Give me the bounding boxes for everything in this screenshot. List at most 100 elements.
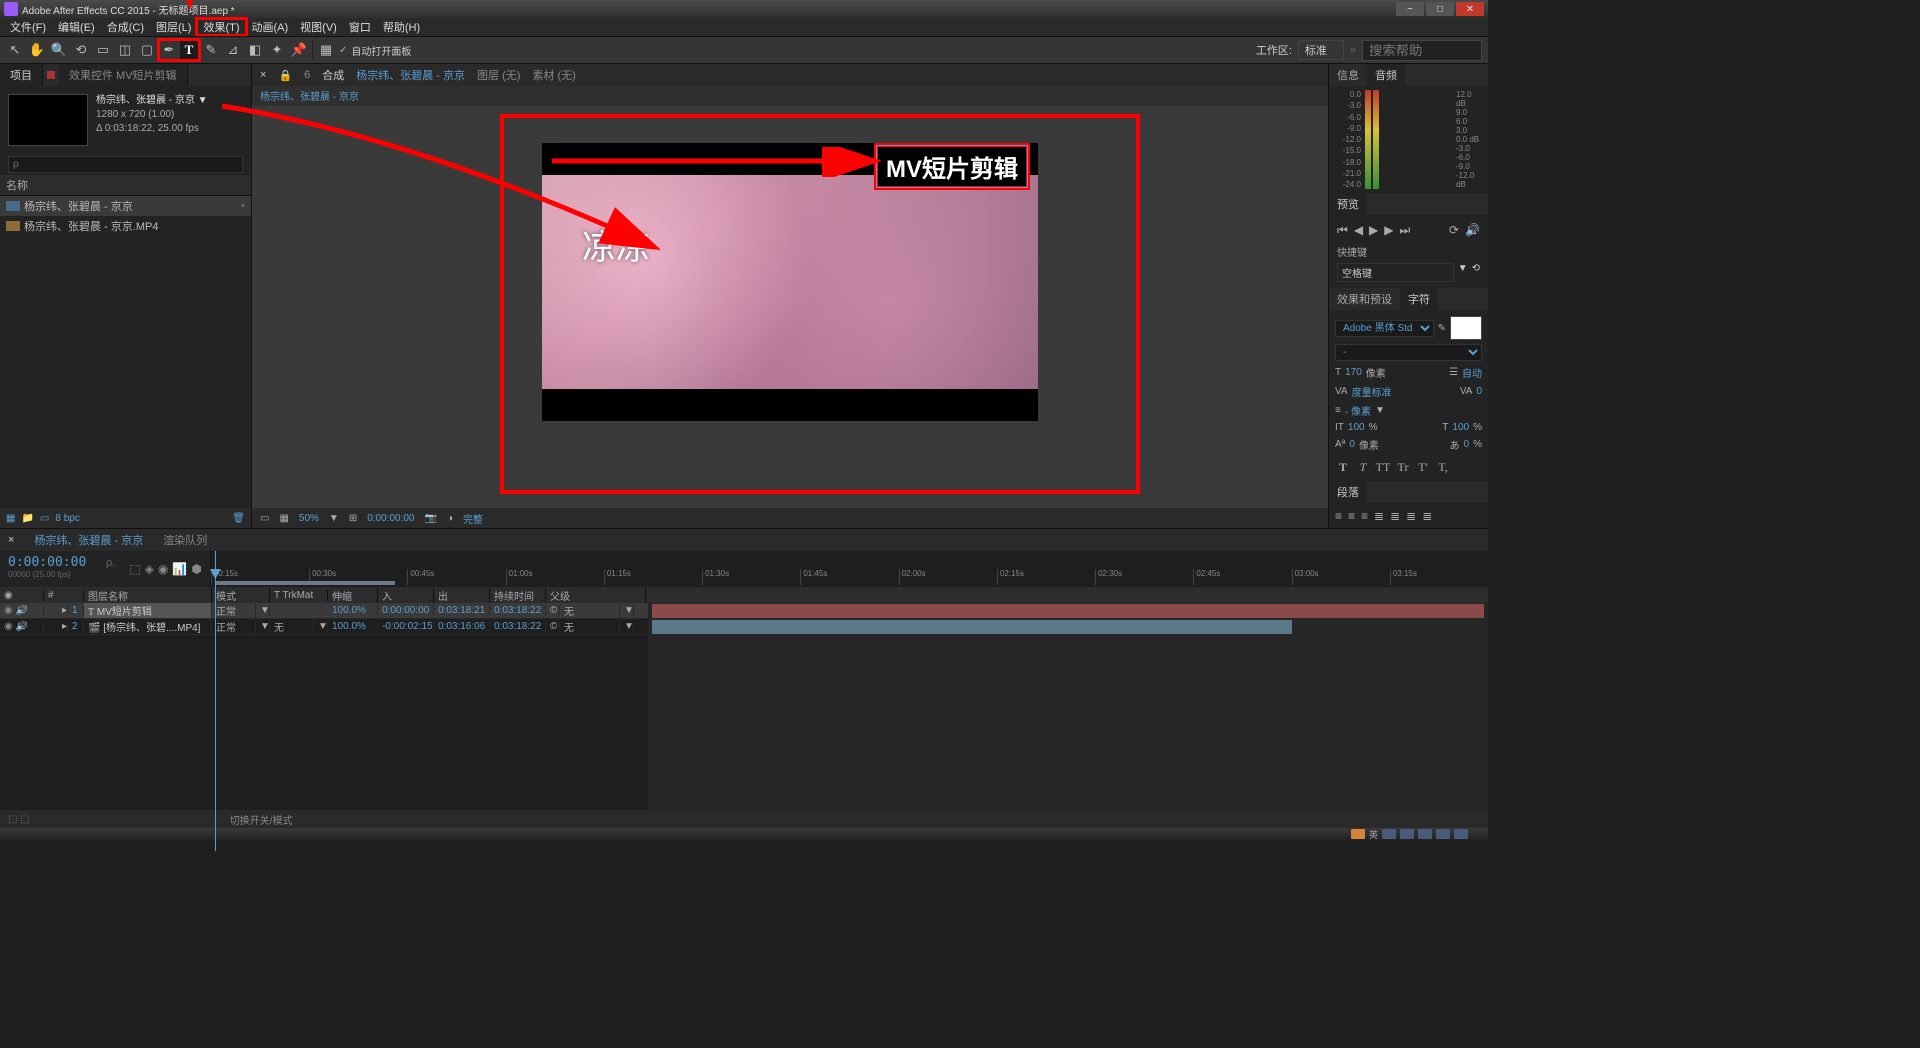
eyedropper-icon[interactable]: ✎ — [1438, 323, 1446, 334]
menu-animation[interactable]: 动画(A) — [246, 19, 295, 35]
breadcrumb[interactable]: 杨宗纬、张碧晨 - 京京 — [252, 86, 1328, 106]
italic-button[interactable]: T — [1355, 460, 1371, 475]
eraser-tool[interactable]: ◧ — [246, 41, 264, 59]
layer-bar-1[interactable] — [652, 604, 1484, 618]
menu-file[interactable]: 文件(F) — [4, 19, 52, 35]
lock-icon[interactable]: 🔒 — [278, 69, 292, 82]
hand-tool[interactable]: ✋ — [28, 41, 46, 59]
layer-tab[interactable]: 图层 (无) — [477, 67, 520, 83]
brush-tool[interactable]: ✎ — [202, 41, 220, 59]
timeline-tracks[interactable] — [648, 603, 1488, 810]
shy-icon[interactable]: ⬚ — [129, 562, 140, 576]
menu-layer[interactable]: 图层(L) — [150, 19, 197, 35]
footage-tab[interactable]: 素材 (无) — [532, 67, 575, 83]
leading[interactable]: 自动 — [1462, 365, 1482, 380]
tray-icon[interactable] — [1454, 829, 1468, 839]
tracking[interactable]: 0 — [1476, 386, 1482, 397]
playhead[interactable] — [215, 551, 216, 851]
toggle-switches-icon[interactable]: ⬚ ⬚ — [8, 814, 30, 825]
col-parent[interactable]: 父级 — [546, 588, 646, 603]
justify-all-button[interactable]: ≣ — [1422, 509, 1432, 523]
comp-tab[interactable]: 杨宗纬、张碧晨 - 京京 — [356, 67, 465, 83]
graph-editor-icon[interactable]: 📊 — [172, 562, 187, 576]
info-tab[interactable]: 信息 — [1329, 64, 1367, 86]
res-icon[interactable]: ⊞ — [349, 513, 357, 524]
tray-icon[interactable] — [1351, 829, 1365, 839]
menu-window[interactable]: 窗口 — [343, 19, 377, 35]
font-family-dropdown[interactable]: Adobe 黑体 Std — [1335, 320, 1434, 337]
next-frame-button[interactable]: ▶ — [1384, 223, 1393, 238]
viewer-timecode[interactable]: 0:00:00:00 — [367, 513, 414, 524]
pen-tool[interactable]: ✒ — [160, 41, 178, 59]
clone-tool[interactable]: ⊿ — [224, 41, 242, 59]
timeline-tab[interactable]: 杨宗纬、张碧晨 - 京京 — [34, 532, 143, 548]
interpret-icon[interactable]: ▦ — [6, 513, 15, 524]
menu-view[interactable]: 视图(V) — [294, 19, 343, 35]
folder-icon[interactable]: 📁 — [21, 513, 33, 524]
font-style-dropdown[interactable]: - — [1335, 344, 1482, 361]
project-item-footage[interactable]: 杨宗纬、张碧晨 - 京京.MP4 — [0, 216, 251, 236]
project-col-name[interactable]: 名称 — [0, 175, 251, 196]
project-tab[interactable]: 项目 — [0, 64, 43, 86]
project-search[interactable] — [8, 156, 243, 173]
justify-left-button[interactable]: ≣ — [1374, 509, 1384, 523]
align-left-button[interactable]: ≡ — [1335, 509, 1342, 523]
frame-blend-icon[interactable]: ◈ — [145, 562, 154, 576]
fill-color-swatch[interactable] — [1450, 316, 1482, 340]
menu-composition[interactable]: 合成(C) — [101, 19, 150, 35]
bold-button[interactable]: T — [1335, 460, 1351, 475]
motion-blur-icon[interactable]: ◉ — [158, 562, 168, 576]
auto-open-panel[interactable]: 自动打开面板 — [351, 43, 411, 58]
transparency-icon[interactable]: ▦ — [279, 513, 288, 524]
effect-controls-tab[interactable]: 效果控件 MV短片剪辑 — [59, 64, 188, 86]
last-frame-button[interactable]: ⏭ — [1400, 223, 1411, 238]
col-layer-name[interactable]: 图层名称 — [84, 588, 212, 603]
render-queue-tab[interactable]: 渲染队列 — [163, 532, 207, 548]
tray-icon[interactable] — [1382, 829, 1396, 839]
menu-edit[interactable]: 编辑(E) — [52, 19, 101, 35]
text-layer-overlay[interactable]: MV短片剪辑 — [874, 143, 1030, 190]
col-out[interactable]: 出 — [434, 588, 490, 603]
maximize-button[interactable]: □ — [1426, 2, 1454, 16]
paragraph-tab[interactable]: 段落 — [1329, 481, 1367, 503]
play-button[interactable]: ▶ — [1369, 223, 1378, 238]
kerning[interactable]: 度量标准 — [1352, 384, 1392, 399]
shortcut-dropdown[interactable]: 空格键 — [1337, 263, 1454, 282]
reset-icon[interactable]: ⟲ — [1472, 263, 1480, 282]
shape-tool[interactable]: ▢ — [138, 41, 156, 59]
minimize-button[interactable]: − — [1396, 2, 1424, 16]
tray-icon[interactable] — [1400, 829, 1414, 839]
tray-icon[interactable] — [1418, 829, 1432, 839]
align-center-button[interactable]: ≡ — [1348, 509, 1355, 523]
draft3d-icon[interactable]: ⬢ — [191, 562, 201, 576]
bpc-button[interactable]: 8 bpc — [55, 513, 79, 524]
prev-frame-button[interactable]: ◀ — [1354, 223, 1363, 238]
channel-icon[interactable]: ◑ — [447, 513, 453, 524]
project-item-comp[interactable]: 杨宗纬、张碧晨 - 京京 ▪ — [0, 196, 251, 216]
orbit-tool[interactable]: ⟲ — [72, 41, 90, 59]
mute-icon[interactable]: 🔊 — [1465, 223, 1480, 238]
snapshot-icon[interactable]: 📷 — [424, 513, 436, 524]
help-search[interactable] — [1362, 40, 1482, 61]
col-duration[interactable]: 持续时间 — [490, 588, 546, 603]
snap-toggle[interactable]: ▦ — [317, 41, 335, 59]
character-tab[interactable]: 字符 — [1400, 288, 1438, 310]
roto-tool[interactable]: ✦ — [268, 41, 286, 59]
close-button[interactable]: ✕ — [1456, 2, 1484, 16]
camera-tool[interactable]: ▭ — [94, 41, 112, 59]
audio-tab[interactable]: 音频 — [1367, 64, 1405, 86]
align-right-button[interactable]: ≡ — [1361, 509, 1368, 523]
preview-tab[interactable]: 预览 — [1329, 193, 1367, 215]
current-timecode[interactable]: 0:00:00:00 — [8, 555, 92, 570]
layer-bar-2[interactable] — [652, 620, 1292, 634]
fx-presets-tab[interactable]: 效果和预设 — [1329, 288, 1400, 310]
justify-right-button[interactable]: ≣ — [1406, 509, 1416, 523]
justify-center-button[interactable]: ≣ — [1390, 509, 1400, 523]
superscript-button[interactable]: T' — [1415, 460, 1431, 475]
resolution-dropdown[interactable]: 完整 — [463, 511, 483, 526]
smallcaps-button[interactable]: Tr — [1395, 460, 1411, 475]
col-trkmat[interactable]: T TrkMat — [270, 590, 328, 601]
region-icon[interactable]: ▭ — [260, 513, 269, 524]
stroke-width[interactable]: - 像素 — [1345, 403, 1371, 418]
trash-icon[interactable]: 🗑 — [232, 513, 245, 524]
